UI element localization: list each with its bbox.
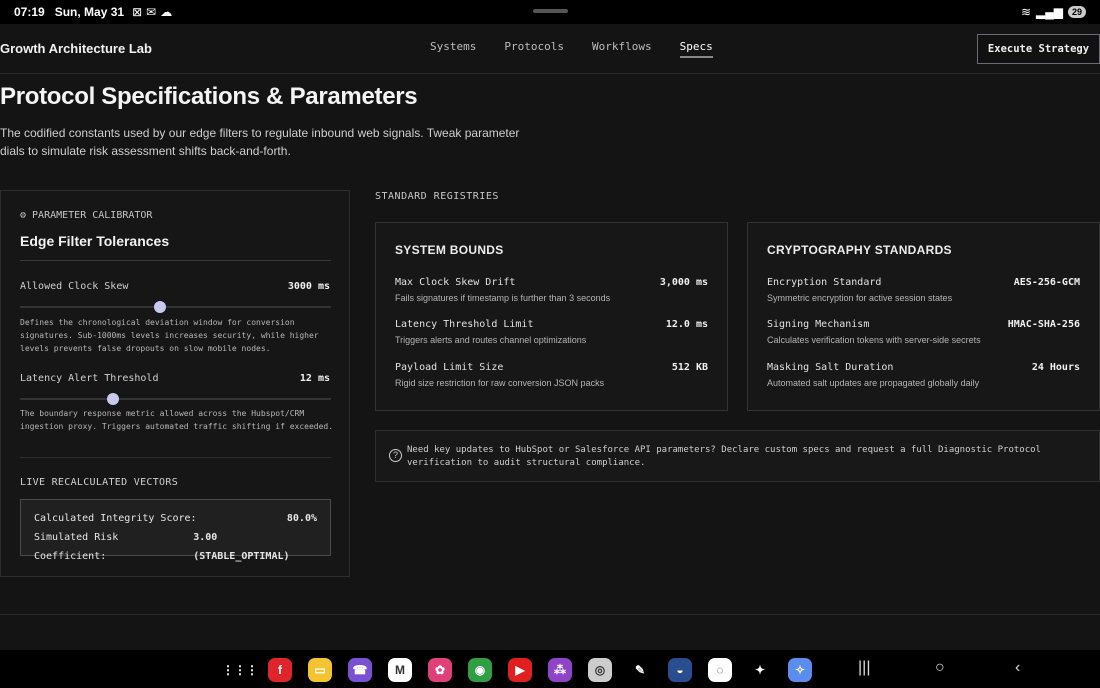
parameter-calibrator-panel: ⚙ PARAMETER CALIBRATOR Edge Filter Toler… [0, 190, 350, 577]
clock-skew-slider-thumb[interactable] [153, 301, 166, 313]
page-title: Protocol Specifications & Parameters [0, 83, 418, 110]
calibrator-tag: ⚙ PARAMETER CALIBRATOR [20, 210, 152, 221]
registry-value: 512 KB [671, 362, 708, 373]
registry-value: 24 Hours [1031, 362, 1080, 373]
photos-icon[interactable]: ✿ [428, 658, 452, 682]
registry-desc: Fails signatures if timestamp is further… [395, 293, 611, 303]
camera-icon[interactable]: ◎ [588, 658, 612, 682]
signal-icon[interactable]: ◌ [708, 658, 732, 682]
card-title: SYSTEM BOUNDS [395, 243, 504, 257]
top-nav: Growth Architecture Lab Systems Protocol… [0, 24, 1100, 74]
risk-coefficient-row: Simulated Risk Coefficient: 3.00 (STABLE… [34, 528, 317, 566]
registry-row: Max Clock Skew Drift 3,000 ms Fails sign… [395, 277, 708, 303]
registry-row: Payload Limit Size 512 KB Rigid size res… [395, 362, 708, 388]
integrity-score-value: 80.0% [286, 513, 317, 524]
nav-link-specs[interactable]: Specs [679, 40, 713, 58]
wifi-icon: ≋ [1020, 5, 1032, 19]
youtube-icon[interactable]: ▶ [508, 658, 532, 682]
registry-desc: Automated salt updates are propagated gl… [767, 378, 980, 388]
registry-value: AES-256-GCM [1013, 277, 1080, 288]
apps-icon[interactable]: ⁂ [548, 658, 572, 682]
nav-link-systems[interactable]: Systems [430, 40, 476, 58]
registry-desc: Symmetric encryption for active session … [767, 293, 953, 303]
gear-icon: ⚙ [20, 210, 27, 221]
latency-threshold-label: Latency Alert Threshold [20, 373, 159, 384]
registry-desc: Rigid size restriction for raw conversio… [395, 378, 605, 388]
taskbar-dock: ⋮⋮⋮ f ▭ ☎ M ✿ ◉ ▶ ⁂ ◎ ✎ ◒ ◌ ✦ ✧ ||| ○ ‹ [0, 650, 1100, 688]
viber-icon[interactable]: ☎ [348, 658, 372, 682]
latency-threshold-value: 12 ms [299, 373, 330, 384]
clock-skew-value: 3000 ms [287, 281, 330, 292]
recents-icon[interactable]: ||| [858, 659, 870, 677]
registries-title: STANDARD REGISTRIES [375, 191, 499, 202]
cloud-icon: ☁ [160, 5, 173, 19]
nav-link-protocols[interactable]: Protocols [504, 40, 564, 58]
vectors-title: LIVE RECALCULATED VECTORS [20, 477, 179, 488]
status-time: 07:19 [14, 5, 45, 19]
registry-key: Payload Limit Size [395, 362, 504, 373]
cryptography-standards-card: CRYPTOGRAPHY STANDARDS Encryption Standa… [747, 222, 1100, 411]
clock-skew-slider[interactable] [20, 301, 331, 313]
divider [20, 457, 331, 458]
clock-skew-description: Defines the chronological deviation wind… [20, 318, 319, 353]
registry-row: Masking Salt Duration 24 Hours Automated… [767, 362, 1080, 388]
brand-name[interactable]: Growth Architecture Lab [0, 41, 152, 56]
divider [20, 260, 331, 261]
diagnostic-notice: ? Need key updates to HubSpot or Salesfo… [375, 430, 1100, 482]
nav-links: Systems Protocols Workflows Specs [430, 40, 713, 58]
page-description: The codified constants used by our edge … [0, 126, 520, 158]
registry-value: HMAC-SHA-256 [1007, 319, 1080, 330]
integrity-score-row: Calculated Integrity Score: 80.0% [34, 509, 317, 528]
registry-value: 3,000 ms [659, 277, 708, 288]
battery-icon: 29 [1067, 6, 1086, 18]
registry-desc: Triggers alerts and routes channel optim… [395, 335, 587, 345]
flipboard-icon[interactable]: f [268, 658, 292, 682]
edit-icon[interactable]: ✎ [628, 658, 652, 682]
assistant-icon[interactable]: ✧ [788, 658, 812, 682]
registry-row: Latency Threshold Limit 12.0 ms Triggers… [395, 319, 708, 345]
vectors-readout: Calculated Integrity Score: 80.0% Simula… [20, 499, 331, 562]
mail-icon: ✉ [146, 5, 157, 19]
calibrator-title: Edge Filter Tolerances [20, 233, 170, 249]
registry-row: Encryption Standard AES-256-GCM Symmetri… [767, 277, 1080, 303]
calibrator-tag-label: PARAMETER CALIBRATOR [32, 210, 153, 221]
clock-skew-label: Allowed Clock Skew [20, 281, 129, 292]
app-drawer-icon[interactable]: ⋮⋮⋮ [222, 658, 258, 682]
gmail-icon[interactable]: M [388, 658, 412, 682]
integrity-score-label: Calculated Integrity Score: [34, 513, 197, 524]
registry-desc: Calculates verification tokens with serv… [767, 335, 981, 345]
sparkle-icon[interactable]: ✦ [748, 658, 772, 682]
registry-key: Latency Threshold Limit [395, 319, 534, 330]
cell-signal-icon: ▂▄▆ [1036, 5, 1063, 19]
status-date: Sun, May 31 [54, 5, 125, 19]
game-icon[interactable]: ◒ [668, 658, 692, 682]
latency-threshold-slider[interactable] [20, 393, 331, 405]
status-bar: 07:19 Sun, May 31 ⊠ ✉ ☁ ≋ ▂▄▆ 29 [0, 0, 1100, 24]
registry-value: 12.0 ms [665, 319, 708, 330]
notification-icons: ⊠ ✉ ☁ [132, 5, 172, 19]
latency-threshold-description: The boundary response metric allowed acr… [20, 409, 334, 431]
home-icon[interactable]: ○ [935, 659, 945, 677]
nav-link-workflows[interactable]: Workflows [592, 40, 652, 58]
help-icon: ? [389, 449, 402, 462]
risk-coefficient-label: Simulated Risk Coefficient: [34, 532, 119, 562]
status-right: ≋ ▂▄▆ 29 [1021, 5, 1086, 19]
execute-strategy-button[interactable]: Execute Strategy [977, 34, 1100, 64]
chrome-icon[interactable]: ◉ [468, 658, 492, 682]
notes-icon[interactable]: ▭ [308, 658, 332, 682]
notice-text: Need key updates to HubSpot or Salesforc… [407, 445, 1041, 468]
back-icon[interactable]: ‹ [1015, 659, 1020, 677]
drag-handle[interactable] [533, 9, 568, 13]
notification-icon: ⊠ [132, 5, 143, 19]
system-bounds-card: SYSTEM BOUNDS Max Clock Skew Drift 3,000… [375, 222, 728, 411]
latency-threshold-slider-thumb[interactable] [107, 393, 120, 405]
registry-row: Signing Mechanism HMAC-SHA-256 Calculate… [767, 319, 1080, 345]
card-title: CRYPTOGRAPHY STANDARDS [767, 243, 952, 257]
risk-coefficient-value: 3.00 (STABLE_OPTIMAL) [193, 532, 290, 562]
divider [0, 614, 1100, 615]
